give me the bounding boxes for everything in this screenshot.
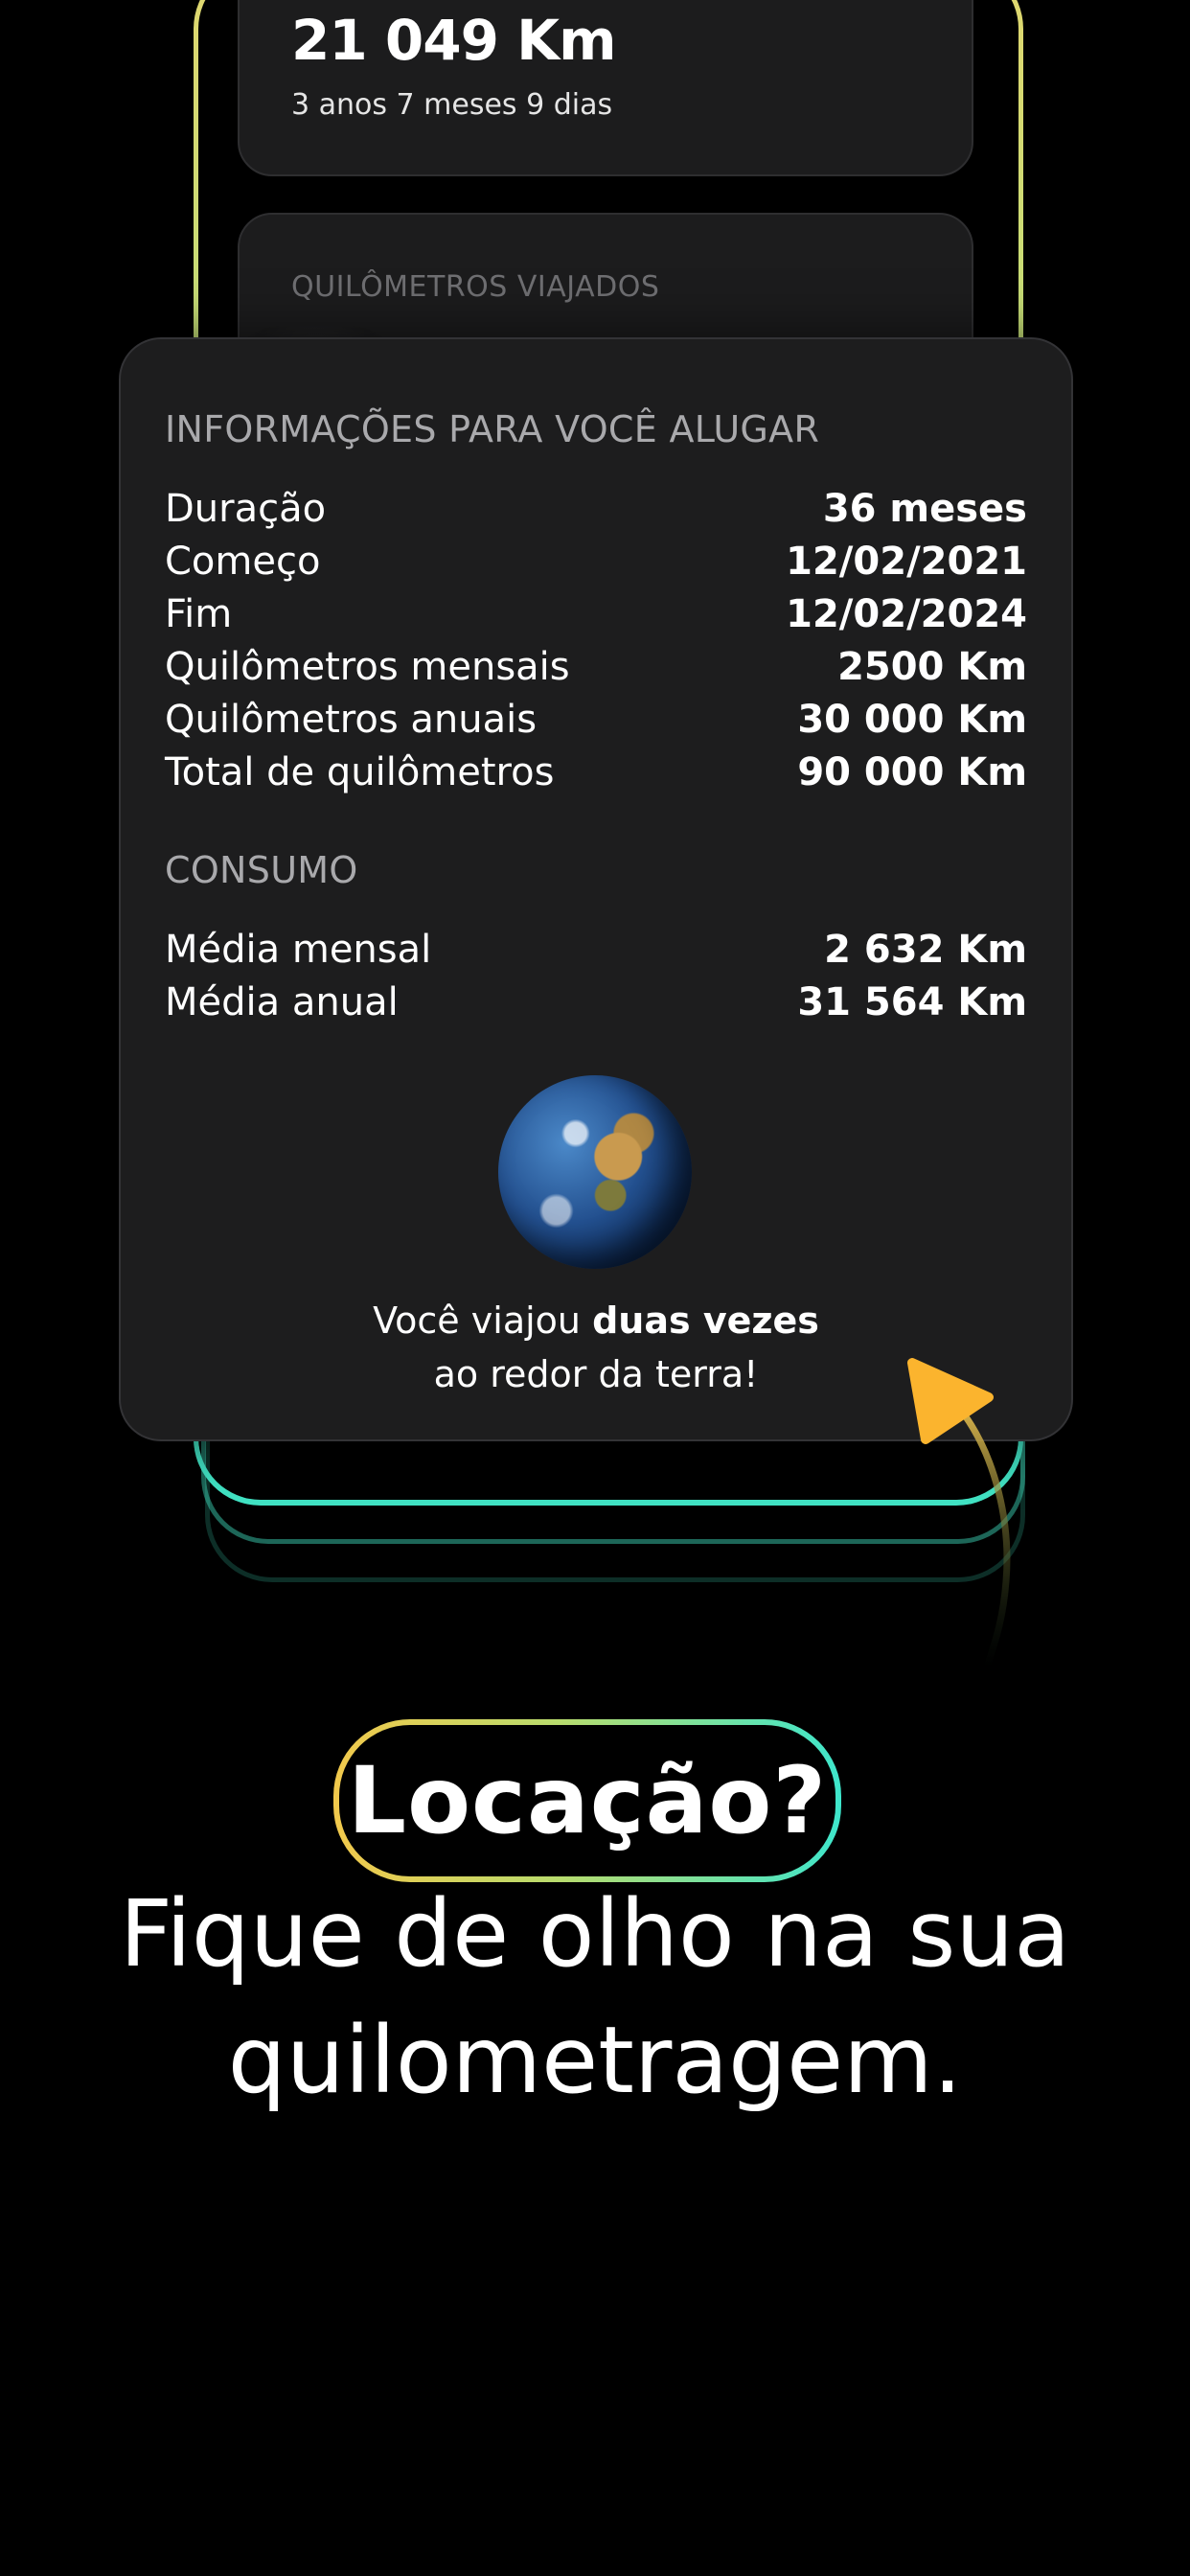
info-row-comeco: Começo 12/02/2021 [165,536,1027,587]
earth-globe-icon [498,1075,692,1269]
headline-line-1: Fique de olho na sua [119,1880,1071,1988]
info-row-km-mensais: Quilômetros mensais 2500 Km [165,641,1027,693]
row-value: 31 564 Km [797,980,1027,1024]
row-label: Quilômetros anuais [165,698,538,742]
row-value: 12/02/2021 [786,540,1027,584]
km-value: 21 049 Km [291,8,617,73]
rental-info-title: INFORMAÇÕES PARA VOCÊ ALUGAR [165,408,820,450]
row-value: 2 632 Km [824,928,1027,972]
rental-info-card: INFORMAÇÕES PARA VOCÊ ALUGAR Duração 36 … [119,337,1073,1441]
headline-line-2: quilometragem. [227,2007,963,2114]
row-label: Média mensal [165,928,432,972]
consumo-row-mensal: Média mensal 2 632 Km [165,924,1027,976]
row-value: 30 000 Km [797,698,1027,742]
row-value: 36 meses [822,487,1027,531]
headline-text: Fique de olho na sua quilometragem. [0,1871,1190,2124]
row-label: Quilômetros mensais [165,645,570,689]
travel-bold: duas vezes [592,1300,819,1342]
headline-pill-text: Locação? [347,1747,828,1854]
info-row-km-anuais: Quilômetros anuais 30 000 Km [165,694,1027,746]
row-value: 90 000 Km [797,750,1027,794]
row-label: Média anual [165,980,399,1024]
row-label: Começo [165,540,321,584]
headline-pill: Locação? [333,1719,841,1882]
row-label: Fim [165,592,233,636]
curved-arrow-icon [907,1358,1011,1668]
consumo-title: CONSUMO [165,849,358,891]
row-value: 2500 Km [837,645,1027,689]
km-duration: 3 anos 7 meses 9 dias [291,88,613,122]
travel-suffix: ao redor da terra! [433,1353,759,1395]
consumo-row-anual: Média anual 31 564 Km [165,977,1027,1028]
km-summary-card: 21 049 Km 3 anos 7 meses 9 dias [238,0,973,176]
km-traveled-label: QUILÔMETROS VIAJADOS [291,270,660,304]
info-row-duracao: Duração 36 meses [165,483,1027,535]
info-row-fim: Fim 12/02/2024 [165,588,1027,640]
travel-prefix: Você viajou [373,1300,593,1342]
row-label: Total de quilômetros [165,750,555,794]
row-value: 12/02/2024 [786,592,1027,636]
row-label: Duração [165,487,327,531]
info-row-km-total: Total de quilômetros 90 000 Km [165,747,1027,798]
